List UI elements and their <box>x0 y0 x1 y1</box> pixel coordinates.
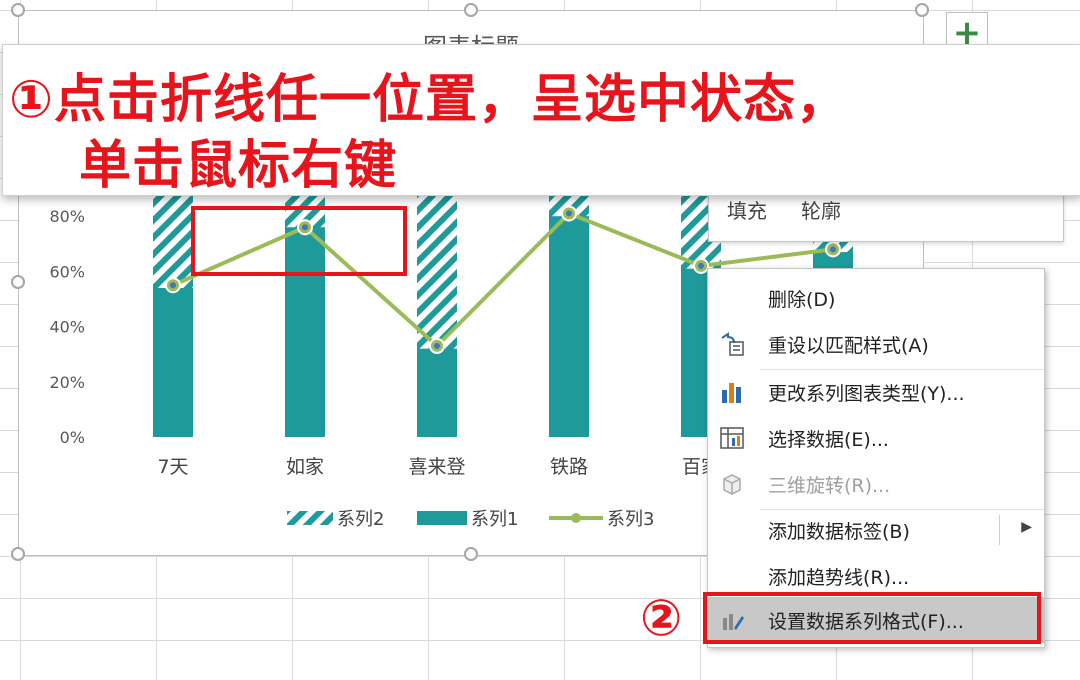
bar-series1 <box>417 348 457 437</box>
chart-resize-handle-bottom-center[interactable] <box>464 547 478 561</box>
submenu-arrow-icon: ▶ <box>1021 519 1032 535</box>
menu-item-reset-style[interactable]: 重设以匹配样式(A) <box>708 321 1044 367</box>
menu-item-label: 添加数据标签(B) <box>768 521 910 543</box>
menu-item-label: 选择数据(E)... <box>768 429 889 451</box>
context-menu: 删除(D) 重设以匹配样式(A) 更改系列图表类型(Y)... 选择数据(E).… <box>707 268 1045 648</box>
menu-item-label: 添加趋势线(R)... <box>768 567 910 589</box>
y-tick-label: 80% <box>49 207 85 226</box>
x-tick-label: 如家 <box>286 456 324 478</box>
submenu-divider <box>999 515 1000 545</box>
instruction-step1-line2: 单击鼠标右键 <box>79 136 398 196</box>
format-series-highlight-box <box>703 592 1041 644</box>
legend-swatch-series1 <box>417 511 467 525</box>
legend-label-series1: 系列1 <box>471 509 518 530</box>
menu-item-label: 删除(D) <box>768 289 836 311</box>
legend-label-series2: 系列2 <box>337 509 384 530</box>
menu-item-change-chart-type[interactable]: 更改系列图表类型(Y)... <box>708 369 1044 415</box>
instruction-banner: ①点击折线任一位置，呈选中状态， 单击鼠标右键 <box>2 44 1080 196</box>
outline-button[interactable]: 轮廓 <box>801 195 841 224</box>
menu-item-label: 三维旋转(R)... <box>768 475 891 497</box>
selected-point-marker <box>566 210 572 217</box>
x-tick-label: 铁路 <box>550 456 588 478</box>
bar-series1 <box>153 287 193 437</box>
legend-marker-series3 <box>571 513 581 523</box>
line-highlight-box <box>191 206 407 276</box>
fill-button[interactable]: 填充 <box>727 195 767 224</box>
bar-series1 <box>549 216 589 437</box>
chart-resize-handle-bottom-left[interactable] <box>11 547 25 561</box>
bar-chart-icon <box>722 383 741 403</box>
chart-resize-handle-top-right[interactable] <box>915 3 929 17</box>
y-tick-label: 0% <box>60 428 85 447</box>
select-data-icon <box>720 427 744 449</box>
menu-item-3d-rotation[interactable]: 三维旋转(R)... <box>708 461 1044 507</box>
selected-point-marker <box>434 342 440 349</box>
reset-style-icon <box>721 332 744 356</box>
menu-item-delete[interactable]: 删除(D) <box>708 275 1044 321</box>
chart-resize-handle-middle-left[interactable] <box>11 275 25 289</box>
menu-item-label: 更改系列图表类型(Y)... <box>768 383 965 405</box>
legend-label-series3: 系列3 <box>607 509 654 530</box>
chart-resize-handle-top-left[interactable] <box>11 3 25 17</box>
menu-item-select-data[interactable]: 选择数据(E)... <box>708 415 1044 461</box>
selected-point-marker <box>170 282 176 289</box>
menu-item-label: 重设以匹配样式(A) <box>768 335 929 357</box>
y-tick-label: 40% <box>49 318 85 337</box>
chart-resize-handle-top-center[interactable] <box>464 3 478 17</box>
selected-point-marker <box>830 246 836 253</box>
instruction-step1-line1: ①点击折线任一位置，呈选中状态， <box>9 70 850 130</box>
instruction-step2-badge: ② <box>640 589 683 647</box>
selected-point-marker <box>698 262 704 269</box>
y-tick-label: 60% <box>49 262 85 281</box>
legend-swatch-series2 <box>287 511 333 525</box>
x-tick-label: 喜来登 <box>408 456 465 478</box>
x-tick-label: 7天 <box>157 456 188 478</box>
y-tick-label: 20% <box>49 373 85 392</box>
menu-item-add-data-labels[interactable]: 添加数据标签(B) ▶ <box>708 507 1044 553</box>
cube-icon <box>723 474 741 495</box>
